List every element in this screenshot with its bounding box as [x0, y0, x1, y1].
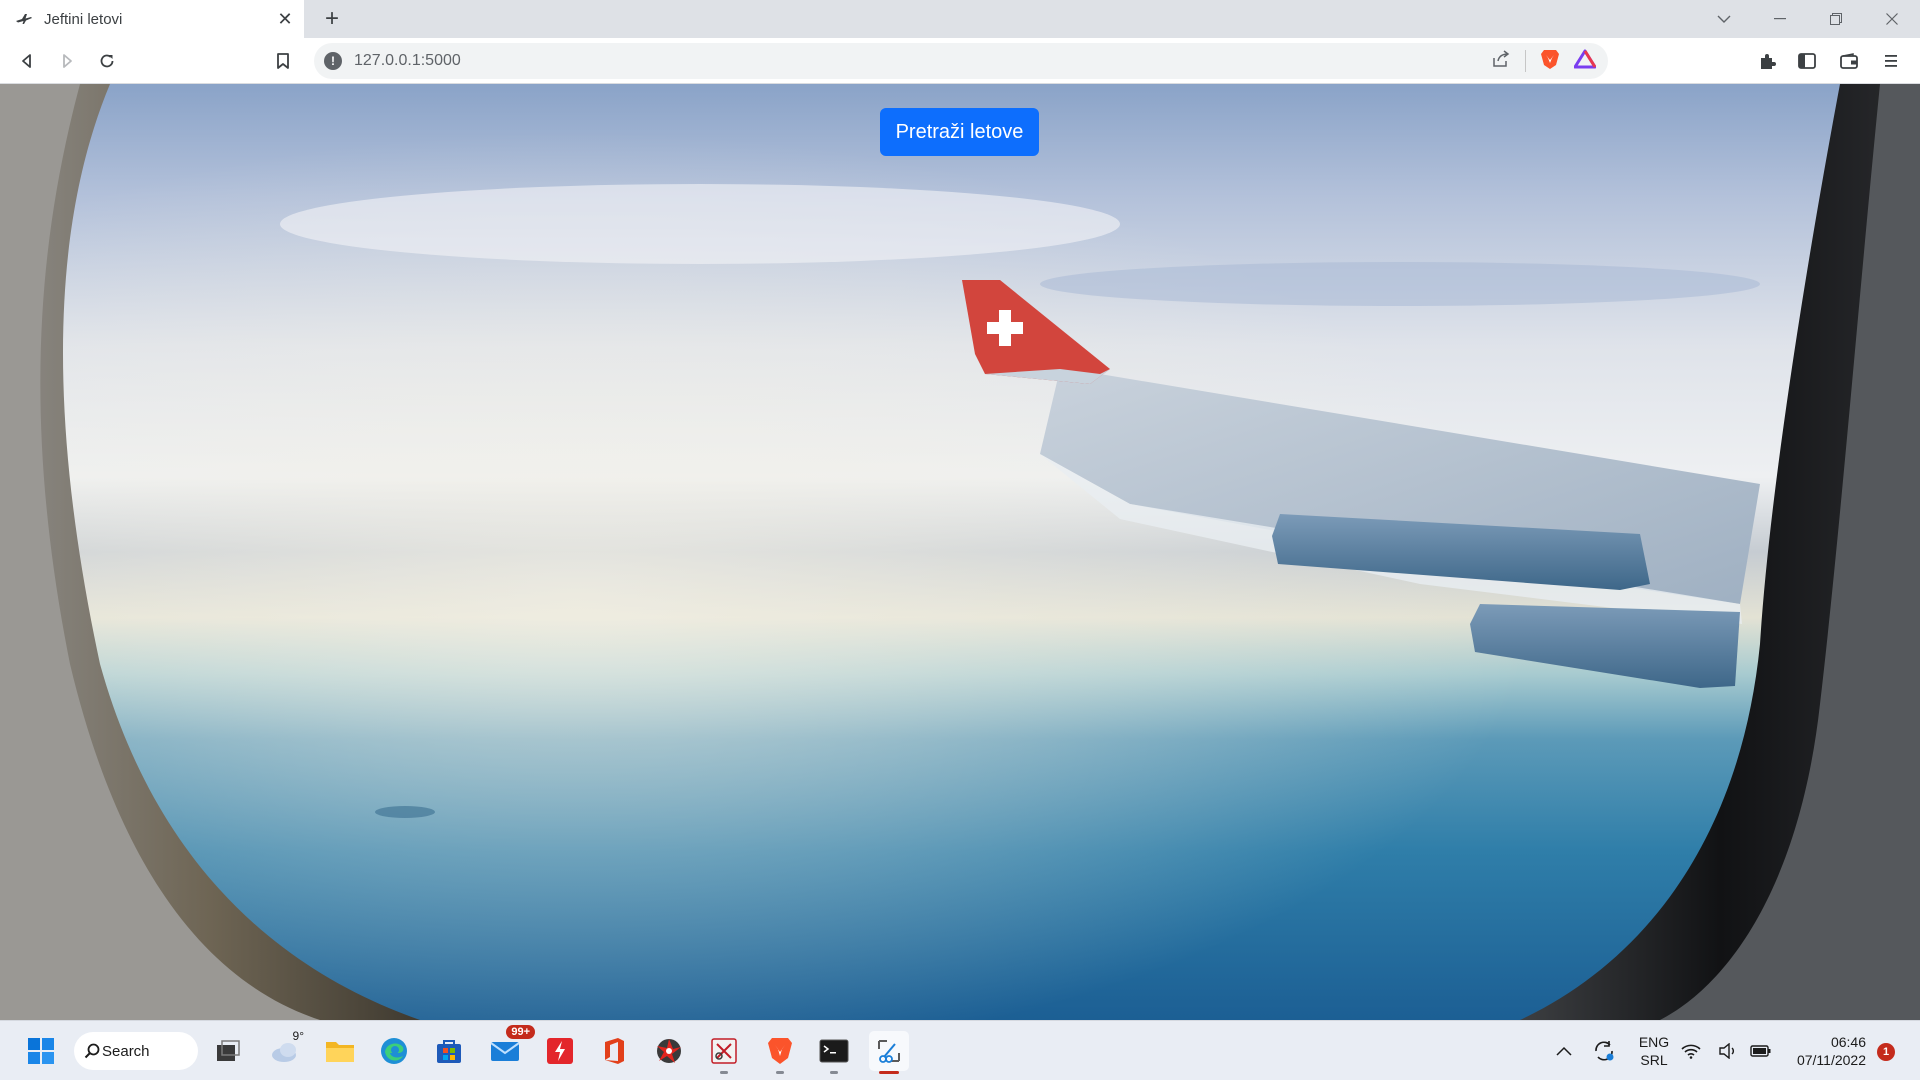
start-icon[interactable]	[21, 1031, 61, 1071]
site-info-icon[interactable]: !	[324, 52, 342, 70]
sync-icon[interactable]	[1584, 1031, 1624, 1071]
bookmark-icon[interactable]	[268, 46, 298, 76]
language-indicator[interactable]: ENG SRL	[1634, 1033, 1674, 1069]
browser-toolbar: ! 127.0.0.1:5000	[0, 38, 1920, 84]
app-aperture-icon[interactable]	[649, 1031, 689, 1071]
mail-icon[interactable]: 99+	[485, 1025, 535, 1071]
address-url[interactable]: 127.0.0.1:5000	[354, 52, 1491, 70]
tab-close-icon[interactable]: ✕	[272, 6, 298, 32]
reload-icon[interactable]	[92, 46, 122, 76]
running-indicator	[879, 1071, 899, 1074]
search-flights-button[interactable]: Pretraži letove	[880, 108, 1039, 156]
file-explorer-icon[interactable]	[320, 1031, 360, 1071]
restore-icon[interactable]	[1808, 0, 1864, 38]
snipping-tool-icon[interactable]	[869, 1031, 909, 1074]
plane-icon	[14, 9, 34, 29]
clock-date: 07/11/2022	[1796, 1052, 1866, 1068]
address-bar[interactable]: ! 127.0.0.1:5000	[314, 43, 1608, 79]
tab-title: Jeftini letovi	[44, 10, 123, 28]
taskbar-search-label: Search	[102, 1042, 150, 1060]
sidebar-icon[interactable]	[1792, 46, 1822, 76]
edge-icon[interactable]	[374, 1031, 414, 1071]
notification-badge[interactable]: 1	[1877, 1043, 1895, 1061]
forward-icon[interactable]	[52, 46, 82, 76]
task-view-icon[interactable]	[208, 1031, 248, 1071]
menu-icon[interactable]	[1876, 46, 1906, 76]
volume-icon[interactable]	[1716, 1031, 1740, 1071]
brave-browser-icon[interactable]	[760, 1031, 800, 1074]
windows-taskbar: Search 9° 99+ ENG SRL 06:46 07/11/2022 1	[0, 1020, 1920, 1080]
tab-search-icon[interactable]	[1696, 0, 1752, 38]
brave-rewards-icon[interactable]	[1573, 49, 1597, 74]
page-viewport: Pretraži letove	[0, 84, 1920, 1020]
clock-time: 06:46	[1830, 1034, 1866, 1050]
terminal-icon[interactable]	[814, 1031, 854, 1074]
language-line2: SRL	[1640, 1052, 1668, 1068]
wallet-icon[interactable]	[1834, 46, 1864, 76]
share-icon[interactable]	[1491, 49, 1511, 73]
store-icon[interactable]	[429, 1031, 469, 1071]
app-snip-icon[interactable]	[704, 1031, 744, 1074]
browser-tab[interactable]: Jeftini letovi ✕	[0, 0, 304, 38]
browser-tab-strip: Jeftini letovi ✕ +	[0, 0, 1920, 38]
close-window-icon[interactable]	[1864, 0, 1920, 38]
background-image	[0, 84, 1920, 1020]
taskbar-search[interactable]: Search	[74, 1032, 198, 1070]
language-line1: ENG	[1638, 1034, 1670, 1050]
brave-shields-icon[interactable]	[1540, 48, 1560, 75]
toolbar-divider	[1525, 50, 1526, 72]
running-indicator	[720, 1071, 728, 1074]
weather-icon[interactable]: 9°	[266, 1029, 306, 1071]
mail-badge: 99+	[506, 1025, 535, 1039]
extensions-icon[interactable]	[1752, 46, 1782, 76]
running-indicator	[830, 1071, 838, 1074]
show-hidden-icons[interactable]	[1544, 1031, 1584, 1071]
app-red-lightning-icon[interactable]	[540, 1031, 580, 1071]
new-tab-button[interactable]: +	[318, 5, 346, 33]
clock[interactable]: 06:46 07/11/2022	[1786, 1033, 1866, 1069]
wifi-icon[interactable]	[1679, 1031, 1703, 1071]
office-icon[interactable]	[594, 1031, 634, 1071]
battery-icon[interactable]	[1748, 1031, 1774, 1071]
back-icon[interactable]	[12, 46, 42, 76]
window-controls	[1696, 0, 1920, 38]
search-icon	[84, 1043, 100, 1063]
weather-temp: 9°	[292, 1029, 304, 1043]
minimize-icon[interactable]	[1752, 0, 1808, 38]
running-indicator	[776, 1071, 784, 1074]
